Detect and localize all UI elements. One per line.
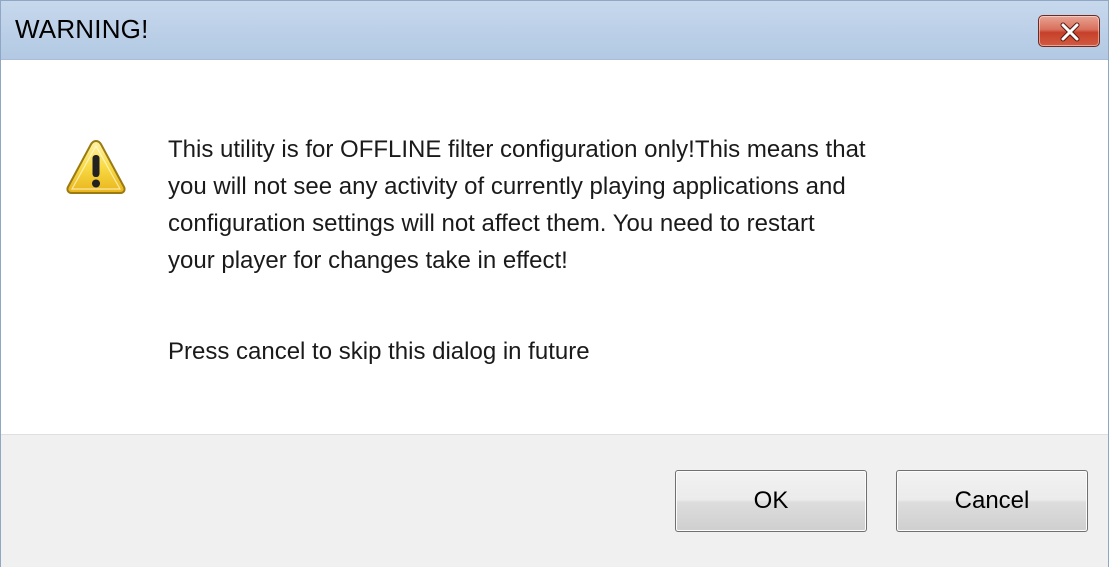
cancel-button[interactable]: Cancel — [896, 470, 1088, 532]
hint-text: Press cancel to skip this dialog in futu… — [168, 338, 590, 365]
warning-dialog: WARNING! This utility is for OFFLINE fil… — [0, 0, 1109, 567]
message-line: you will not see any activity of current… — [168, 173, 846, 200]
title-bar[interactable]: WARNING! — [1, 1, 1108, 60]
close-icon — [1060, 22, 1080, 42]
warning-icon — [66, 139, 126, 194]
message-area: This utility is for OFFLINE filter confi… — [1, 60, 1108, 434]
ok-button[interactable]: OK — [675, 470, 867, 532]
message-line: your player for changes take in effect! — [168, 247, 568, 274]
warning-message: This utility is for OFFLINE filter confi… — [168, 131, 1068, 279]
close-button[interactable] — [1038, 15, 1100, 47]
message-line: This utility is for OFFLINE filter confi… — [168, 136, 866, 163]
message-line: configuration settings will not affect t… — [168, 210, 815, 237]
window-title: WARNING! — [15, 14, 149, 44]
button-bar: OK Cancel — [1, 434, 1108, 567]
